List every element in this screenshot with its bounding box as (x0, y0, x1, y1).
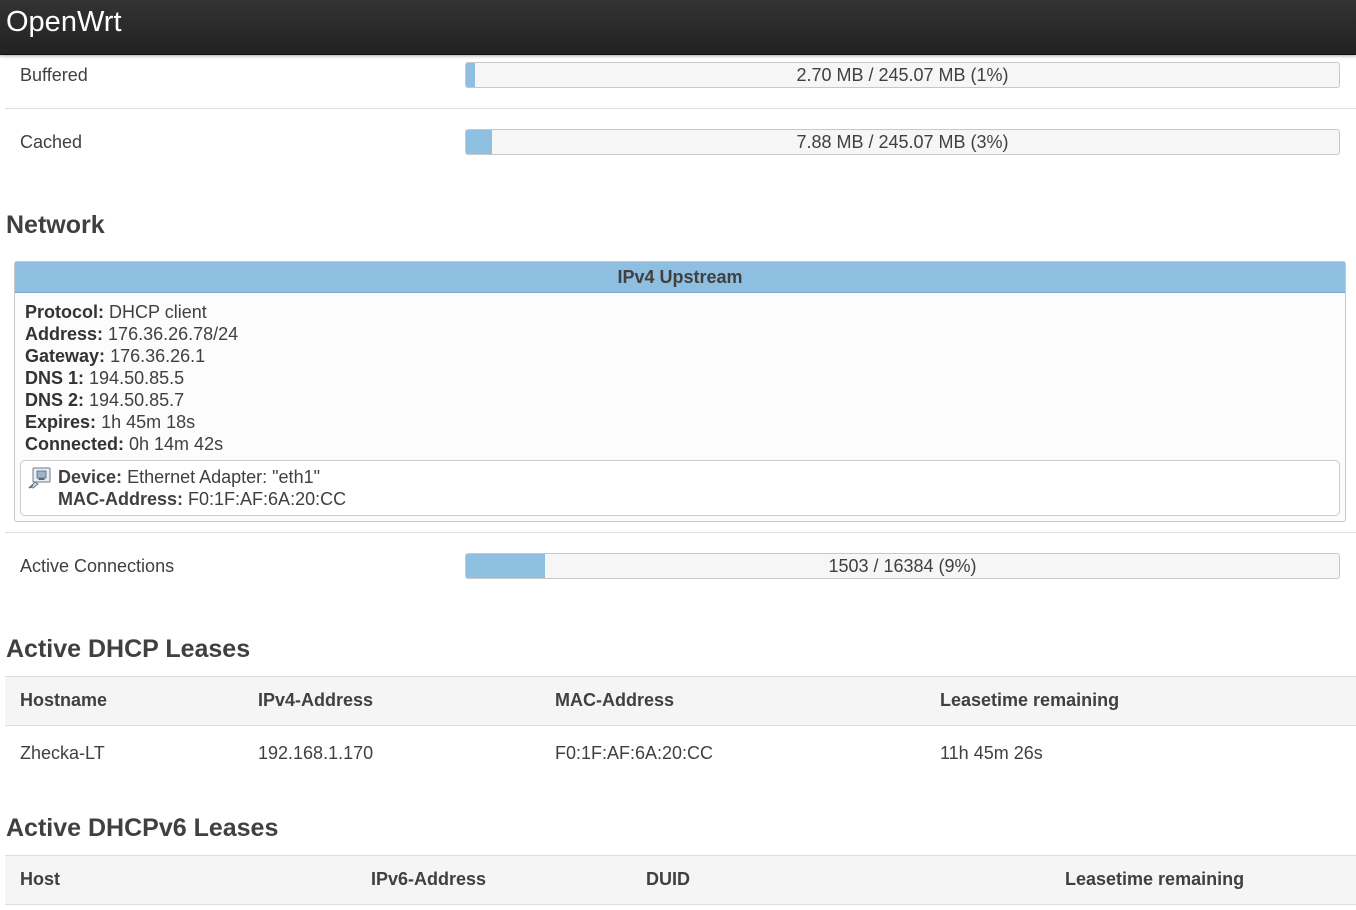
field-value: 176.36.26.78/24 (108, 324, 239, 344)
connected-field: Connected: 0h 14m 42s (25, 433, 223, 455)
ipv4-upstream-header: IPv4 Upstream (15, 262, 1345, 293)
dhcp-column-mac: MAC-Address (555, 690, 675, 710)
cached-label: Cached (20, 132, 83, 152)
dhcp-column-hostname: Hostname (20, 690, 108, 710)
dhcp-cell-hostname: Zhecka-LT (20, 743, 105, 763)
field-value: DHCP client (109, 302, 207, 322)
field-value: 176.36.26.1 (110, 346, 206, 366)
field-key: Address: (25, 324, 104, 344)
row-divider (5, 108, 1356, 109)
active-connections-progress-bar: 1503 / 16384 (9%) (465, 553, 1340, 579)
active-connections-progress-text: 1503 / 16384 (9%) (828, 556, 977, 576)
dhcpv6-column-ipv6: IPv6-Address (371, 869, 487, 889)
field-value: F0:1F:AF:6A:20:CC (188, 489, 347, 509)
dhcp-cell-ipv4: 192.168.1.170 (258, 743, 374, 763)
field-key: Device: (58, 467, 123, 487)
expires-field: Expires: 1h 45m 18s (25, 411, 195, 433)
cached-progress-text: 7.88 MB / 245.07 MB (3%) (796, 132, 1009, 152)
ipv4-upstream-panel: IPv4 Upstream Protocol: DHCP client Addr… (14, 261, 1346, 522)
buffered-label: Buffered (20, 65, 88, 85)
dns1-field: DNS 1: 194.50.85.5 (25, 367, 184, 389)
top-navbar: OpenWrt (0, 0, 1356, 55)
field-value: 0h 14m 42s (129, 434, 224, 454)
protocol-field: Protocol: DHCP client (25, 301, 207, 323)
address-field: Address: 176.36.26.78/24 (25, 323, 238, 345)
dhcpv6-column-host: Host (20, 869, 60, 889)
field-value: 194.50.85.5 (89, 368, 185, 388)
dhcp-column-ipv4: IPv4-Address (258, 690, 374, 710)
buffered-progress-bar: 2.70 MB / 245.07 MB (1%) (465, 62, 1340, 88)
field-value: 194.50.85.7 (89, 390, 185, 410)
dhcp-cell-leasetime: 11h 45m 26s (940, 743, 1043, 763)
active-connections-label: Active Connections (20, 556, 175, 576)
network-section-title: Network (6, 211, 105, 239)
dhcp-leases-section-title: Active DHCP Leases (6, 635, 251, 663)
field-key: MAC-Address: (58, 489, 184, 509)
field-key: Expires: (25, 412, 97, 432)
dns2-field: DNS 2: 194.50.85.7 (25, 389, 184, 411)
device-info-box: Device: Ethernet Adapter: "eth1" MAC-Add… (20, 460, 1340, 516)
field-key: DNS 2: (25, 390, 85, 410)
dhcp-table-header-row (5, 676, 1356, 726)
field-key: Gateway: (25, 346, 106, 366)
field-key: Connected: (25, 434, 124, 454)
brand-link[interactable]: OpenWrt (6, 6, 122, 39)
dhcp-column-leasetime: Leasetime remaining (940, 690, 1120, 710)
dhcpv6-column-leasetime: Leasetime remaining (1065, 869, 1245, 889)
field-key: DNS 1: (25, 368, 85, 388)
buffered-progress-text: 2.70 MB / 245.07 MB (1%) (796, 65, 1009, 85)
dhcpv6-leases-section-title: Active DHCPv6 Leases (6, 814, 279, 842)
device-field: Device: Ethernet Adapter: "eth1" (58, 466, 320, 488)
dhcpv6-column-duid: DUID (646, 869, 690, 889)
field-key: Protocol: (25, 302, 104, 322)
ethernet-port-icon (28, 467, 51, 489)
field-value: Ethernet Adapter: "eth1" (127, 467, 320, 487)
field-value: 1h 45m 18s (101, 412, 196, 432)
mac-address-field: MAC-Address: F0:1F:AF:6A:20:CC (58, 488, 346, 510)
gateway-field: Gateway: 176.36.26.1 (25, 345, 205, 367)
cached-progress-bar: 7.88 MB / 245.07 MB (3%) (465, 129, 1340, 155)
row-divider (5, 532, 1356, 533)
dhcp-cell-mac: F0:1F:AF:6A:20:CC (555, 743, 714, 763)
